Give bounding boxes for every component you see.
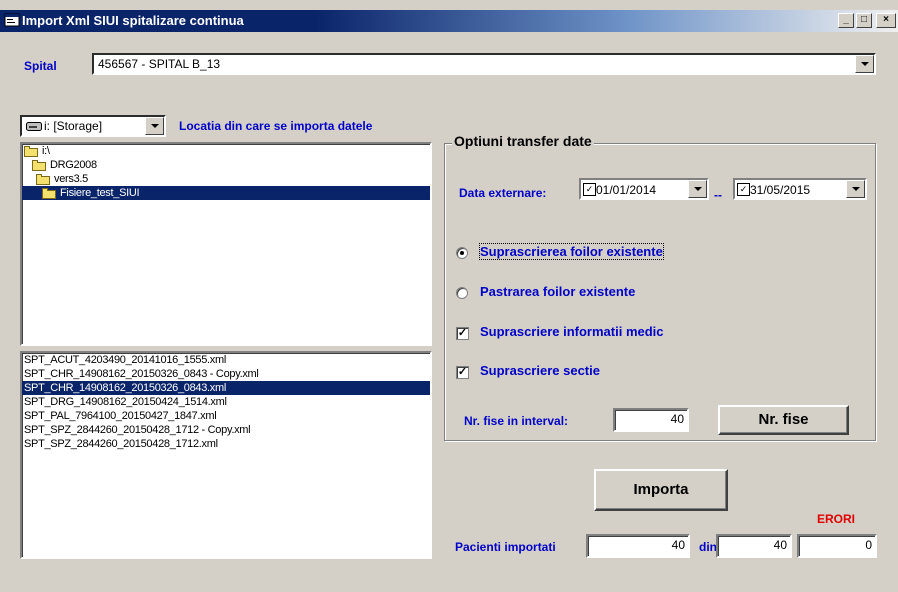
minimize-button[interactable]: _ — [838, 13, 854, 28]
date-from-value: 01/01/2014 — [596, 183, 657, 197]
chevron-down-icon[interactable] — [855, 55, 874, 73]
window-title: Import Xml SIUI spitalizare continua — [22, 13, 244, 28]
data-externare-label: Data externare: — [459, 186, 547, 200]
folder-list[interactable]: i:\ DRG2008 vers3.5 Fisiere_test_SIUI — [20, 142, 432, 346]
drive-combo[interactable]: i: [Storage] — [20, 115, 166, 137]
date-from-checkbox[interactable]: ✓ — [583, 183, 596, 196]
date-to-picker[interactable]: ✓ 31/05/2015 — [733, 178, 867, 200]
pacienti-input[interactable]: 40 — [586, 534, 690, 558]
chevron-down-icon[interactable] — [145, 117, 164, 135]
options-title: Optiuni transfer date — [452, 133, 594, 149]
folder-open-icon — [36, 173, 52, 185]
folder-open-icon — [42, 187, 58, 199]
folder-open-icon — [32, 159, 48, 171]
file-item[interactable]: SPT_CHR_14908162_20150326_0843.xml — [22, 381, 430, 395]
spital-value: 456567 - SPITAL B_13 — [98, 57, 221, 71]
app-icon — [4, 13, 20, 27]
file-item[interactable]: SPT_CHR_14908162_20150326_0843 - Copy.xm… — [22, 367, 430, 381]
spital-label: Spital — [24, 59, 57, 73]
checkbox-medic[interactable]: ✓ — [456, 327, 469, 340]
nr-fise-button[interactable]: Nr. fise — [718, 405, 849, 435]
title-bar: Import Xml SIUI spitalizare continua _ □… — [0, 10, 898, 32]
folder-item[interactable]: vers3.5 — [22, 172, 430, 186]
chevron-down-icon[interactable] — [688, 180, 707, 198]
radio-keep[interactable] — [456, 287, 468, 299]
erori-input[interactable]: 0 — [797, 534, 877, 558]
file-item[interactable]: SPT_PAL_7964100_20150427_1847.xml — [22, 409, 430, 423]
checkbox-medic-label[interactable]: Suprascriere informatii medic — [480, 324, 664, 339]
nr-fise-input[interactable]: 40 — [613, 408, 689, 432]
file-item[interactable]: SPT_SPZ_2844260_20150428_1712.xml — [22, 437, 430, 451]
drive-value: i: [Storage] — [44, 119, 103, 133]
date-to-value: 31/05/2015 — [750, 183, 811, 197]
erori-label: ERORI — [817, 512, 856, 526]
radio-overwrite[interactable] — [456, 247, 468, 259]
folder-item[interactable]: Fisiere_test_SIUI — [22, 186, 430, 200]
date-separator: -- — [714, 188, 722, 202]
radio-keep-label[interactable]: Pastrarea foilor existente — [480, 284, 635, 299]
file-item[interactable]: SPT_DRG_14908162_20150424_1514.xml — [22, 395, 430, 409]
checkbox-sectie-label[interactable]: Suprascriere sectie — [480, 363, 600, 378]
nr-fise-label: Nr. fise in interval: — [464, 414, 569, 428]
maximize-button[interactable]: □ — [856, 13, 872, 28]
file-item[interactable]: SPT_ACUT_4203490_20141016_1555.xml — [22, 353, 430, 367]
close-button[interactable]: × — [876, 13, 896, 28]
date-to-checkbox[interactable]: ✓ — [737, 183, 750, 196]
date-from-picker[interactable]: ✓ 01/01/2014 — [579, 178, 709, 200]
file-item[interactable]: SPT_SPZ_2844260_20150428_1712 - Copy.xml — [22, 423, 430, 437]
drive-icon — [26, 122, 42, 131]
import-button[interactable]: Importa — [594, 469, 728, 511]
location-label: Locatia din care se importa datele — [179, 119, 373, 133]
radio-overwrite-label[interactable]: Suprascrierea foilor existente — [479, 243, 664, 260]
spital-combo[interactable]: 456567 - SPITAL B_13 — [92, 53, 876, 75]
pacienti-label: Pacienti importati — [455, 540, 556, 554]
din-label: din — [699, 540, 717, 554]
folder-item[interactable]: i:\ — [22, 144, 430, 158]
file-list[interactable]: SPT_ACUT_4203490_20141016_1555.xml SPT_C… — [20, 351, 432, 559]
chevron-down-icon[interactable] — [846, 180, 865, 198]
folder-item[interactable]: DRG2008 — [22, 158, 430, 172]
folder-open-icon — [24, 145, 40, 157]
din-input[interactable]: 40 — [716, 534, 792, 558]
checkbox-sectie[interactable]: ✓ — [456, 366, 469, 379]
